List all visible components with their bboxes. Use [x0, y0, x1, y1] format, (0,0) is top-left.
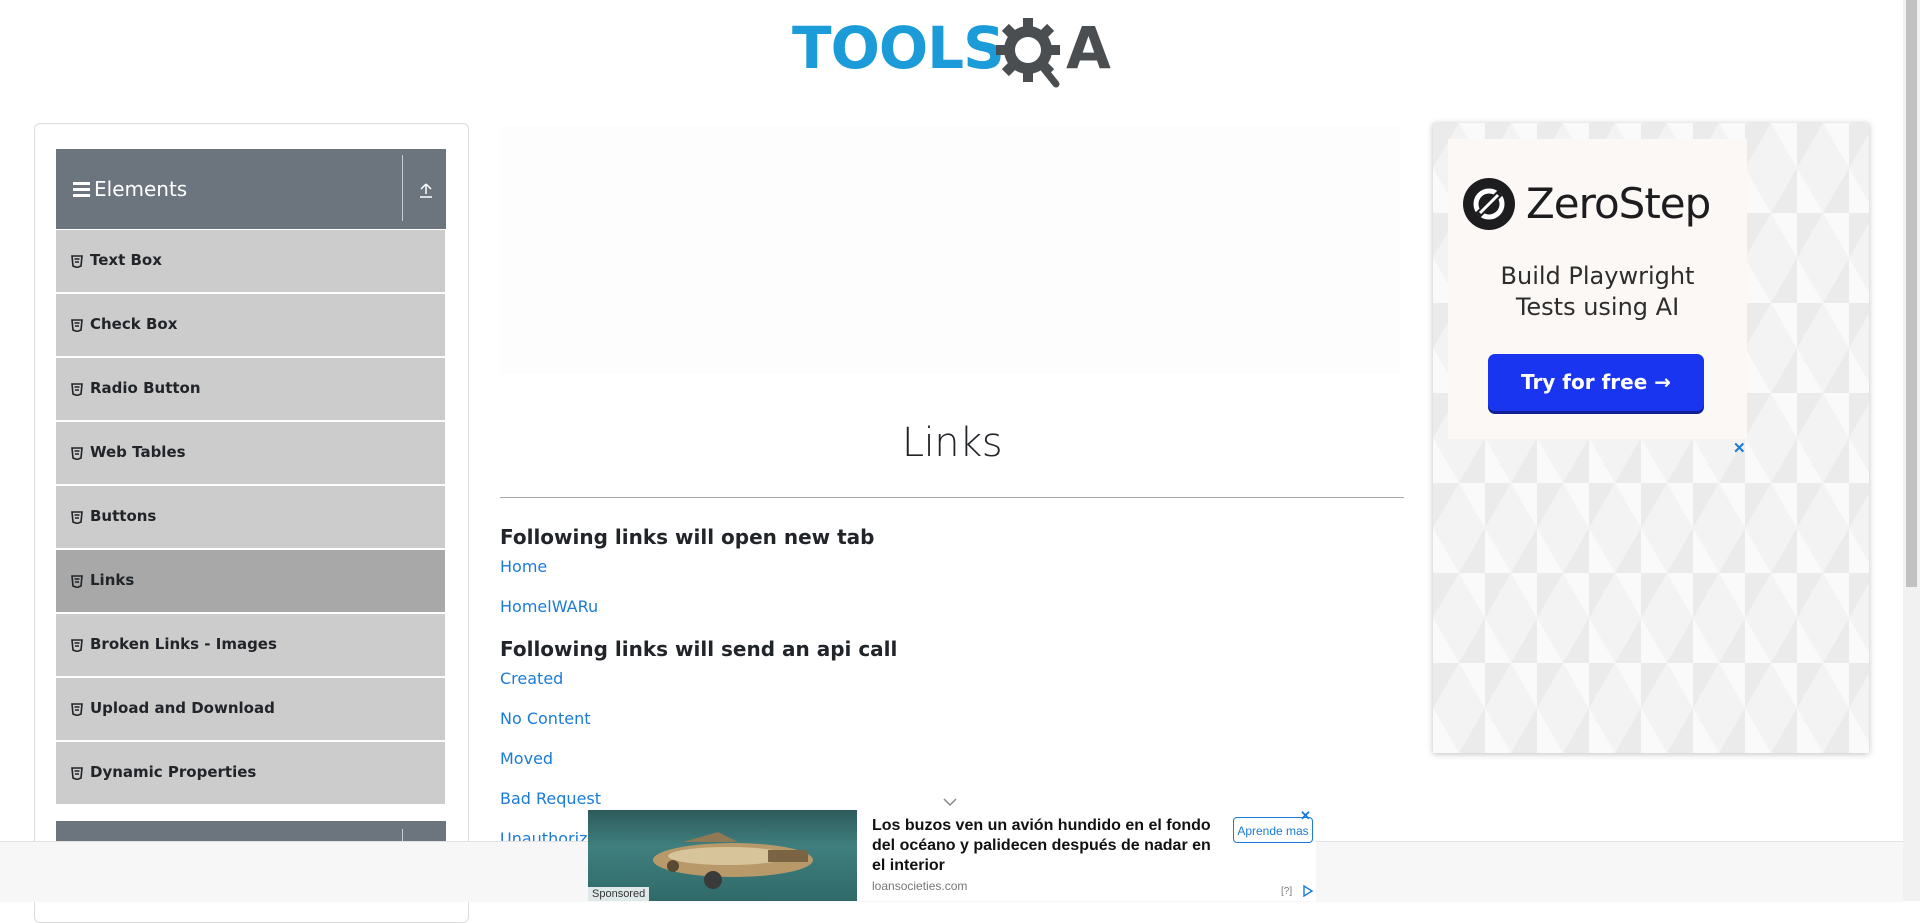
gear-icon — [996, 18, 1060, 88]
sidebar-item-radio-button[interactable]: Radio Button — [56, 358, 445, 420]
hamburger-icon — [73, 182, 90, 197]
title-divider — [500, 497, 1404, 498]
html5-icon — [71, 255, 83, 268]
zerostep-tagline: Build Playwright Tests using AI — [1448, 261, 1747, 323]
tagline-line-2: Tests using AI — [1515, 293, 1680, 321]
ad-headline[interactable]: Los buzos ven un avión hundido en el fon… — [872, 816, 1227, 876]
toolsqa-logo[interactable]: TOOLS A — [792, 14, 1114, 92]
bottom-sponsored-ad[interactable]: Sponsored Los buzos ven un avión hundido… — [588, 808, 1316, 901]
ad-image[interactable]: Sponsored — [588, 810, 857, 901]
scrollbar-thumb[interactable] — [1906, 0, 1917, 587]
html5-icon — [71, 639, 83, 652]
section-heading-api: Following links will send an api call — [500, 637, 898, 661]
sidebar-item-label: Buttons — [90, 507, 157, 525]
html5-icon — [71, 319, 83, 332]
try-for-free-button[interactable]: Try for free → — [1488, 354, 1704, 411]
html5-icon — [71, 383, 83, 396]
sidebar-item-label: Radio Button — [90, 379, 201, 397]
sidebar-item-buttons[interactable]: Buttons — [56, 486, 445, 548]
chevron-down-icon[interactable] — [943, 797, 957, 807]
ad-domain: loansocieties.com — [872, 879, 968, 893]
close-icon[interactable]: ✕ — [1300, 808, 1311, 824]
sidebar-item-label: Dynamic Properties — [90, 763, 257, 781]
sidebar-item-label: Web Tables — [90, 443, 186, 461]
top-ad-placeholder — [500, 126, 1400, 374]
sidebar-item-broken-links-images[interactable]: Broken Links - Images — [56, 614, 445, 676]
link-created[interactable]: Created — [500, 669, 563, 688]
html5-icon — [71, 703, 83, 716]
sidebar-item-label: Text Box — [90, 251, 162, 269]
zerostep-ad-card[interactable]: ZeroStep Build Playwright Tests using AI… — [1448, 139, 1747, 439]
page-title: Links — [901, 420, 1003, 466]
sidebar-item-check-box[interactable]: Check Box — [56, 294, 445, 356]
link-home[interactable]: Home — [500, 557, 547, 576]
html5-icon — [71, 767, 83, 780]
header-divider — [402, 155, 403, 221]
link-dynamic-home[interactable]: HomelWARu — [500, 597, 598, 616]
group-title: Elements — [94, 177, 188, 201]
upload-arrow-icon[interactable] — [417, 181, 435, 199]
adchoices-icon[interactable] — [1302, 885, 1314, 897]
link-bad-request[interactable]: Bad Request — [500, 789, 601, 808]
html5-icon — [71, 447, 83, 460]
html5-icon — [71, 511, 83, 524]
ad-close-icon[interactable]: ✕ — [1733, 439, 1746, 457]
link-moved[interactable]: Moved — [500, 749, 553, 768]
section-heading-new-tab: Following links will open new tab — [500, 525, 875, 549]
sidebar-item-links[interactable]: Links — [56, 550, 445, 612]
sunken-plane-image — [653, 832, 813, 889]
sidebar-item-label: Check Box — [90, 315, 178, 333]
zerostep-brand: ZeroStep — [1526, 179, 1711, 228]
sidebar-item-upload-and-download[interactable]: Upload and Download — [56, 678, 445, 740]
elements-group-header[interactable]: Elements — [56, 149, 446, 229]
sidebar-item-text-box[interactable]: Text Box — [56, 230, 445, 292]
sidebar-item-label: Broken Links - Images — [90, 635, 277, 653]
sponsored-label: Sponsored — [588, 887, 650, 901]
logo-text-tools: TOOLS — [792, 14, 1004, 82]
ad-info-link[interactable]: [?] — [1281, 886, 1292, 897]
link-no-content[interactable]: No Content — [500, 709, 590, 728]
zerostep-logo-icon — [1463, 178, 1515, 230]
logo-text-a: A — [1066, 14, 1111, 82]
html5-icon — [71, 575, 83, 588]
tagline-line-1: Build Playwright — [1500, 262, 1695, 290]
sidebar-item-dynamic-properties[interactable]: Dynamic Properties — [56, 742, 445, 804]
sidebar-item-label: Links — [90, 571, 135, 589]
sidebar-item-label: Upload and Download — [90, 699, 275, 717]
sidebar-item-web-tables[interactable]: Web Tables — [56, 422, 445, 484]
